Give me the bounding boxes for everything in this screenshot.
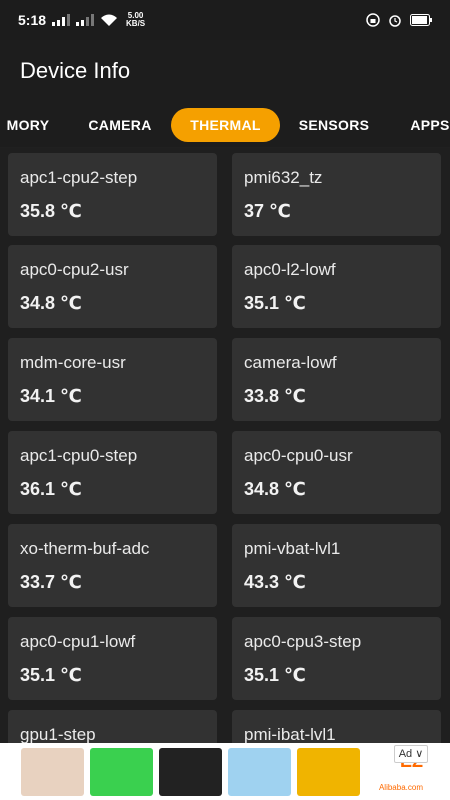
tab-memory[interactable]: MORY [0, 108, 59, 142]
alibaba-logo-text: Alibaba.com [378, 782, 423, 792]
status-time: 5:18 [18, 12, 47, 28]
thermal-card: camera-lowf 33.8 ℃ [232, 338, 441, 421]
thermal-zone-value: 33.7 ℃ [20, 572, 82, 592]
thermal-zone-name: mdm-core-usr [20, 353, 126, 372]
thermal-zone-name: apc0-cpu1-lowf [20, 632, 136, 651]
thermal-zone-value: 43.3 ℃ [244, 572, 306, 592]
thermal-zone-value: 36.1 ℃ [20, 479, 82, 499]
thermal-zone-name: gpu1-step [20, 725, 96, 743]
tab-thermal[interactable]: THERMAL [171, 108, 280, 142]
thermal-zone-name: apc1-cpu2-step [20, 168, 138, 187]
lock-rotation-icon [366, 13, 380, 27]
thermal-zone-name: apc1-cpu0-step [20, 446, 138, 465]
ad-product-concrete-pump[interactable] [297, 747, 360, 796]
ad-product-thermometer[interactable] [228, 747, 291, 796]
status-left: 5:18 5.00 KB/S [18, 11, 146, 29]
thermal-zone-name: camera-lowf [244, 353, 337, 372]
thermal-zone-value: 37 ℃ [244, 201, 291, 221]
thermal-zone-value: 34.1 ℃ [20, 386, 82, 406]
status-right [366, 13, 432, 27]
thermal-card: pmi-ibat-lvl1 [232, 710, 441, 743]
thermal-card: mdm-core-usr 34.1 ℃ [8, 338, 217, 421]
thermal-card: pmi632_tz 37 ℃ [232, 153, 441, 236]
thermal-zone-value: 35.1 ℃ [20, 665, 82, 685]
network-speed: 5.00 KB/S [126, 11, 146, 28]
thermal-zone-name: xo-therm-buf-adc [20, 539, 150, 558]
ad-choices-button[interactable]: Ad ∨ [394, 745, 428, 763]
thermal-zone-value: 35.1 ℃ [244, 293, 306, 313]
thermal-zone-value: 35.8 ℃ [20, 201, 82, 221]
thermal-zone-name: pmi-vbat-lvl1 [244, 539, 341, 558]
ad-banner[interactable]: EZ Alibaba.com [0, 743, 450, 800]
ad-product-sandals[interactable] [21, 747, 84, 796]
thermal-zone-value: 35.1 ℃ [244, 665, 306, 685]
thermal-zone-name: apc0-cpu0-usr [244, 446, 353, 465]
thermal-zone-value: 34.8 ℃ [244, 479, 306, 499]
thermal-grid[interactable]: apc1-cpu2-step 35.8 ℃ pmi632_tz 37 ℃ apc… [0, 148, 450, 743]
thermal-card: apc0-cpu0-usr 34.8 ℃ [232, 431, 441, 514]
tab-bar[interactable]: MORY CAMERA THERMAL SENSORS APPS [0, 102, 450, 147]
thermal-card: apc1-cpu2-step 35.8 ℃ [8, 153, 217, 236]
tab-sensors[interactable]: SENSORS [290, 108, 378, 142]
thermal-zone-name: pmi632_tz [244, 168, 323, 187]
thermal-zone-name: apc0-cpu2-usr [20, 260, 129, 279]
thermal-card: apc0-l2-lowf 35.1 ℃ [232, 245, 441, 328]
thermal-card: apc1-cpu0-step 36.1 ℃ [8, 431, 217, 514]
thermal-card: gpu1-step [8, 710, 217, 743]
tab-apps[interactable]: APPS [400, 108, 450, 142]
signal-icon [52, 14, 71, 26]
ad-product-soccer-cleats[interactable] [90, 747, 153, 796]
page-title: Device Info [20, 58, 131, 83]
app-bar: Device Info [0, 40, 450, 102]
thermal-card: apc0-cpu1-lowf 35.1 ℃ [8, 617, 217, 700]
status-bar: 5:18 5.00 KB/S [0, 0, 450, 40]
thermal-card: pmi-vbat-lvl1 43.3 ℃ [232, 524, 441, 607]
tab-camera[interactable]: CAMERA [80, 108, 160, 142]
signal-icon-2 [76, 14, 95, 26]
thermal-card: apc0-cpu2-usr 34.8 ℃ [8, 245, 217, 328]
thermal-card: apc0-cpu3-step 35.1 ℃ [232, 617, 441, 700]
battery-icon [410, 14, 432, 26]
thermal-zone-name: apc0-cpu3-step [244, 632, 362, 651]
alarm-icon [389, 15, 401, 27]
thermal-zone-value: 33.8 ℃ [244, 386, 306, 406]
thermal-card: xo-therm-buf-adc 33.7 ℃ [8, 524, 217, 607]
thermal-zone-name: pmi-ibat-lvl1 [244, 725, 336, 743]
thermal-zone-value: 34.8 ℃ [20, 293, 82, 313]
wifi-icon [101, 14, 118, 26]
thermal-zone-name: apc0-l2-lowf [244, 260, 336, 279]
ad-product-boots[interactable] [159, 747, 222, 796]
